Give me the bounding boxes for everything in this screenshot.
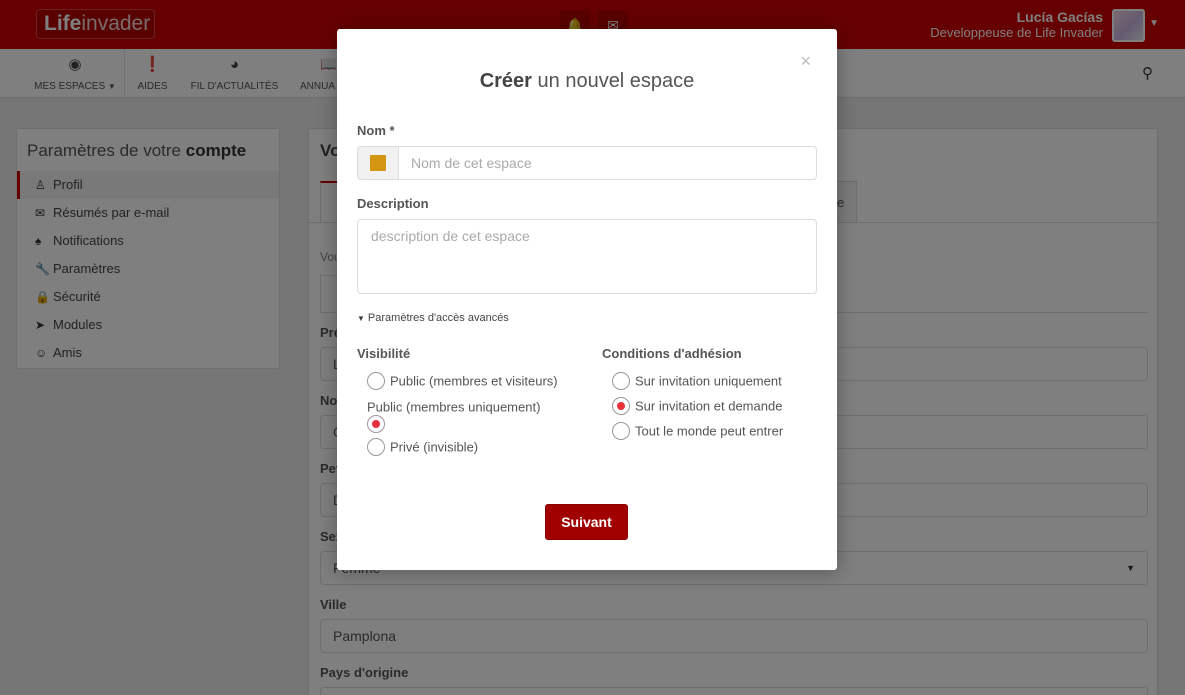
radio-button-checked[interactable]: [367, 414, 385, 433]
advanced-access-toggle[interactable]: ▼ Paramètres d'accès avancés: [357, 312, 509, 324]
radio-button[interactable]: [612, 371, 630, 390]
radio-button[interactable]: [367, 437, 385, 456]
space-name-input[interactable]: [398, 146, 817, 180]
visibility-option-public-all[interactable]: Public (membres et visiteurs): [367, 371, 558, 392]
color-picker-addon[interactable]: [357, 146, 399, 180]
name-label: Nom *: [357, 123, 395, 138]
description-label: Description: [357, 196, 429, 211]
visibility-label: Visibilité: [357, 346, 411, 361]
visibility-option-public-members-label[interactable]: Public (membres uniquement): [367, 398, 540, 418]
close-icon[interactable]: ×: [800, 51, 811, 72]
join-option-open[interactable]: Tout le monde peut entrer: [612, 421, 783, 442]
join-option-invite-only[interactable]: Sur invitation uniquement: [612, 371, 782, 392]
visibility-option-private[interactable]: Privé (invisible): [367, 437, 478, 458]
next-button[interactable]: Suivant: [545, 504, 628, 540]
create-space-modal: × Créer un nouvel espace Nom * Descripti…: [337, 29, 837, 570]
modal-title: Créer un nouvel espace: [479, 70, 695, 92]
radio-button[interactable]: [367, 371, 385, 390]
description-textarea[interactable]: [357, 219, 817, 294]
join-option-invite-and-request[interactable]: Sur invitation et demande: [612, 396, 782, 417]
radio-button-checked[interactable]: [612, 396, 630, 415]
join-conditions-label: Conditions d'adhésion: [602, 346, 742, 361]
caret-down-icon: ▼: [357, 314, 365, 323]
visibility-option-public-members[interactable]: [367, 414, 390, 435]
color-swatch[interactable]: [370, 155, 386, 171]
radio-button[interactable]: [612, 421, 630, 440]
